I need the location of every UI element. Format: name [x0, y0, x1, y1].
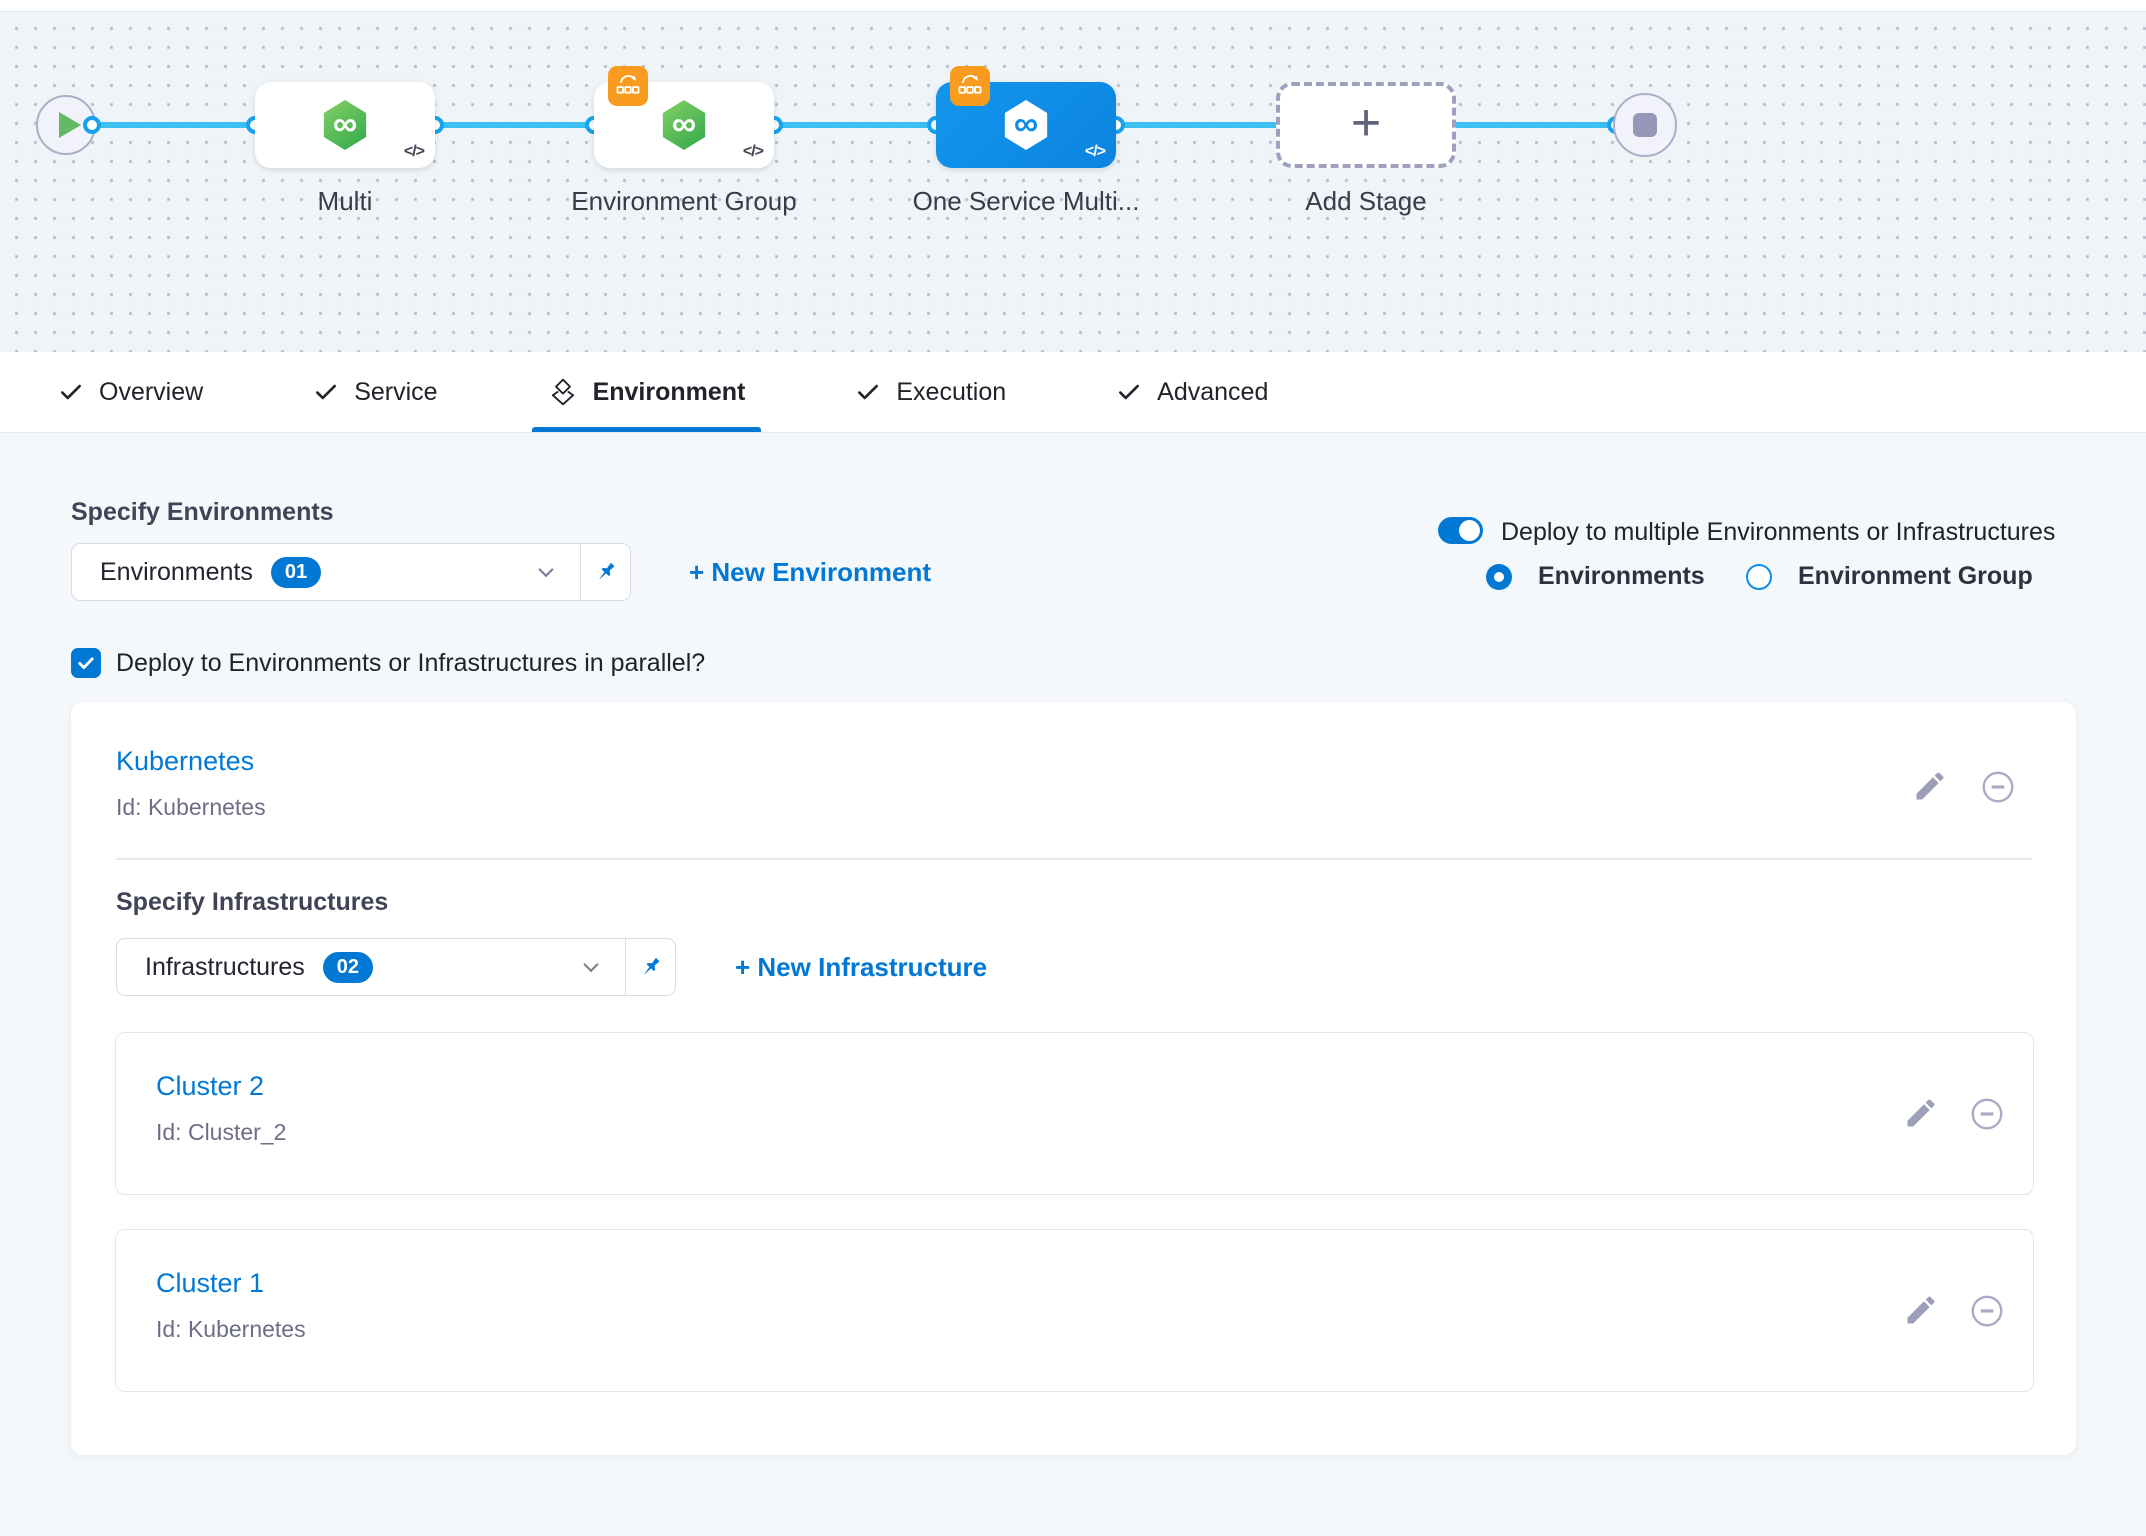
infrastructure-id: Id: Cluster_2 — [156, 1119, 286, 1146]
stage-label: Environment Group — [554, 184, 814, 219]
count-badge: 01 — [271, 557, 321, 588]
radio-label: Environments — [1538, 562, 1705, 591]
flow-line — [435, 122, 594, 128]
tab-environment[interactable]: Environment — [532, 352, 762, 432]
stage-card-one-service-multi-selected[interactable]: ∞ </> — [936, 82, 1116, 168]
multi-environment-toggle-label: Deploy to multiple Environments or Infra… — [1501, 518, 2055, 547]
radio-environments[interactable]: Environments — [1486, 562, 1705, 591]
stop-icon — [1633, 113, 1657, 137]
tab-overview[interactable]: Overview — [42, 352, 219, 432]
infrastructures-dropdown-value[interactable]: Infrastructures 02 — [117, 939, 625, 995]
pencil-icon — [1903, 1095, 1939, 1131]
specify-environments-heading: Specify Environments — [71, 498, 334, 527]
infrastructure-card-cluster-2[interactable]: Cluster 2 Id: Cluster_2 — [115, 1032, 2034, 1195]
pipeline-canvas[interactable]: ∞ </> ∞ </> — [0, 11, 2146, 352]
code-icon: </> — [404, 143, 424, 161]
tab-service[interactable]: Service — [297, 352, 453, 432]
remove-infrastructure-button[interactable] — [1968, 1292, 2006, 1330]
tab-advanced[interactable]: Advanced — [1100, 352, 1284, 432]
parallel-deploy-label: Deploy to Environments or Infrastructure… — [116, 649, 705, 678]
tab-label: Service — [354, 378, 437, 407]
minus-circle-icon — [1968, 1095, 2006, 1133]
tab-label: Execution — [896, 378, 1006, 407]
minus-circle-icon — [1968, 1292, 2006, 1330]
toggle-knob — [1459, 520, 1480, 541]
active-tab-underline — [532, 427, 762, 432]
flow-line — [92, 122, 255, 128]
edit-infrastructure-button[interactable] — [1903, 1292, 1939, 1328]
harness-cd-icon: ∞ — [1003, 100, 1049, 150]
pin-icon — [594, 560, 618, 584]
infinity-glyph: ∞ — [672, 107, 696, 141]
stages-icon — [548, 377, 578, 407]
specify-infrastructures-heading: Specify Infrastructures — [116, 888, 388, 917]
code-icon: </> — [1085, 143, 1105, 161]
edit-environment-button[interactable] — [1912, 768, 1948, 804]
stage-label: Multi — [215, 184, 475, 219]
parallel-deploy-checkbox-row[interactable]: Deploy to Environments or Infrastructure… — [71, 648, 705, 678]
chevron-down-icon — [536, 562, 556, 582]
multi-environment-toggle[interactable] — [1438, 517, 1483, 544]
check-icon — [1116, 379, 1142, 405]
infrastructure-card-cluster-1[interactable]: Cluster 1 Id: Kubernetes — [115, 1229, 2034, 1392]
environment-id: Id: Kubernetes — [116, 794, 266, 821]
infrastructure-title-link[interactable]: Cluster 1 — [156, 1268, 264, 1299]
tab-label: Overview — [99, 378, 203, 407]
pin-button[interactable] — [625, 939, 675, 995]
tab-label: Advanced — [1157, 378, 1268, 407]
connector-node — [83, 116, 101, 134]
radio-environment-group[interactable]: Environment Group — [1746, 562, 2033, 591]
stage-card-multi[interactable]: ∞ </> — [255, 82, 435, 168]
dropdown-value-text: Environments — [100, 558, 253, 587]
tab-label: Environment — [593, 378, 746, 407]
pipeline-end-node — [1613, 93, 1677, 157]
edit-infrastructure-button[interactable] — [1903, 1095, 1939, 1131]
check-icon — [58, 379, 84, 405]
count-badge: 02 — [323, 952, 373, 983]
pin-icon — [639, 955, 663, 979]
pin-button[interactable] — [580, 544, 630, 600]
stage-label: Add Stage — [1236, 184, 1496, 219]
remove-environment-button[interactable] — [1979, 768, 2017, 806]
check-icon — [313, 379, 339, 405]
pencil-icon — [1903, 1292, 1939, 1328]
plus-icon: + — [1351, 97, 1381, 149]
environments-dropdown-value[interactable]: Environments 01 — [72, 544, 580, 600]
divider — [116, 858, 2032, 860]
pencil-icon — [1912, 768, 1948, 804]
radio-selected-icon[interactable] — [1486, 564, 1512, 590]
new-infrastructure-link[interactable]: + New Infrastructure — [735, 952, 987, 983]
infinity-glyph: ∞ — [1014, 107, 1038, 141]
rolling-deployment-icon — [950, 66, 990, 106]
infrastructures-dropdown[interactable]: Infrastructures 02 — [116, 938, 676, 996]
chevron-down-icon — [581, 957, 601, 977]
remove-infrastructure-button[interactable] — [1968, 1095, 2006, 1133]
play-icon — [59, 112, 81, 138]
environments-dropdown[interactable]: Environments 01 — [71, 543, 631, 601]
new-environment-link[interactable]: + New Environment — [689, 557, 931, 588]
infrastructure-title-link[interactable]: Cluster 2 — [156, 1071, 264, 1102]
rolling-deployment-icon — [608, 66, 648, 106]
environment-card-kubernetes: Kubernetes Id: Kubernetes Specify Infras… — [71, 702, 2076, 1455]
stage-label: One Service Multi... — [896, 184, 1156, 219]
flow-line — [774, 122, 936, 128]
dropdown-value-text: Infrastructures — [145, 953, 305, 982]
code-icon: </> — [743, 143, 763, 161]
checkbox-checked-icon[interactable] — [71, 648, 101, 678]
infrastructure-id: Id: Kubernetes — [156, 1316, 306, 1343]
check-icon — [855, 379, 881, 405]
radio-unselected-icon[interactable] — [1746, 564, 1772, 590]
pipeline-stage-editor: ∞ </> ∞ </> — [0, 0, 2146, 1536]
add-stage-button[interactable]: + — [1276, 82, 1456, 168]
tab-execution[interactable]: Execution — [839, 352, 1022, 432]
stage-card-environment-group[interactable]: ∞ </> — [594, 82, 774, 168]
environment-title-link[interactable]: Kubernetes — [116, 746, 254, 777]
minus-circle-icon — [1979, 768, 2017, 806]
stage-tabbar: Overview Service Environment Execution A… — [0, 352, 2146, 433]
harness-cd-icon: ∞ — [322, 100, 368, 150]
harness-cd-icon: ∞ — [661, 100, 707, 150]
radio-label: Environment Group — [1798, 562, 2033, 591]
infinity-glyph: ∞ — [333, 107, 357, 141]
